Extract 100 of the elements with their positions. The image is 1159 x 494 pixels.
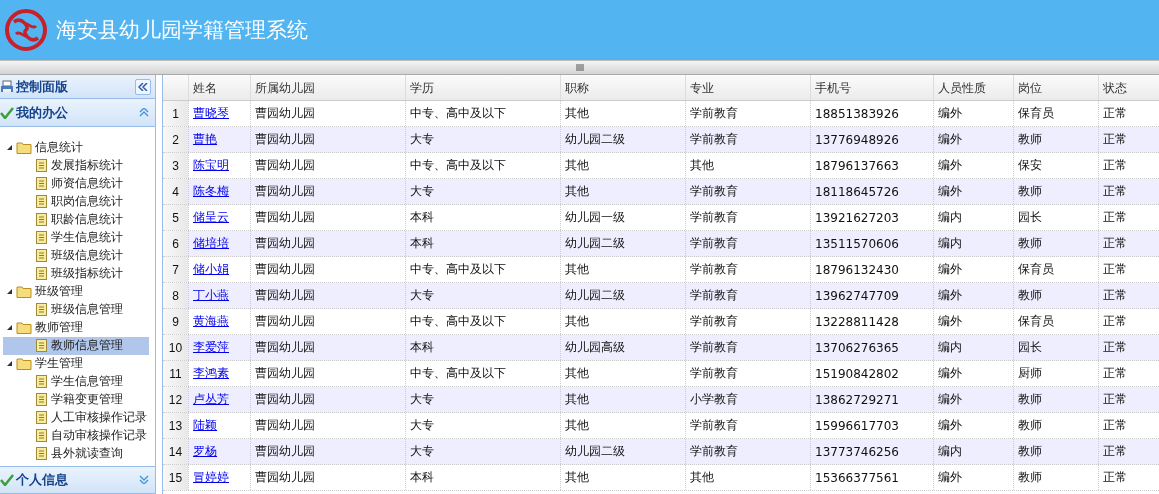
table-cell: 保安 <box>1018 157 1042 174</box>
tree-folder[interactable]: 班级管理 <box>35 283 83 301</box>
column-header[interactable]: 手机号 <box>810 75 933 100</box>
table-cell: 13921627203 <box>815 210 899 225</box>
document-icon <box>36 303 47 317</box>
folder-icon <box>16 285 32 299</box>
expand-triangle-icon[interactable] <box>6 324 13 332</box>
column-header[interactable]: 状态 <box>1098 75 1159 100</box>
teacher-name-link[interactable]: 陈宝明 <box>193 157 229 174</box>
table-cell: 编内 <box>938 235 962 252</box>
teacher-name-link[interactable]: 储小娟 <box>193 261 229 278</box>
row-number: 8 <box>163 283 188 308</box>
table-cell: 教师 <box>1018 469 1042 486</box>
expand-triangle-icon[interactable] <box>6 360 13 368</box>
teacher-name-link[interactable]: 曹艳 <box>193 131 217 148</box>
table-cell: 曹园幼儿园 <box>255 105 315 122</box>
table-cell: 其他 <box>690 469 714 486</box>
table-cell: 18796137663 <box>815 158 899 173</box>
document-icon <box>36 177 47 191</box>
tree-item[interactable]: 教师信息管理 <box>3 336 149 355</box>
table-cell: 幼儿园一级 <box>565 209 625 226</box>
table-cell: 正常 <box>1103 391 1127 408</box>
table-cell: 曹园幼儿园 <box>255 469 315 486</box>
tree-item[interactable]: 师资信息统计 <box>3 174 149 193</box>
tree-folder[interactable]: 信息统计 <box>35 139 83 157</box>
table-cell: 正常 <box>1103 209 1127 226</box>
table-cell: 编外 <box>938 261 962 278</box>
column-header[interactable]: 岗位 <box>1013 75 1098 100</box>
table-cell: 本科 <box>410 339 434 356</box>
teacher-name-link[interactable]: 曹晓琴 <box>193 105 229 122</box>
teacher-name-link[interactable]: 罗杨 <box>193 443 217 460</box>
table-cell: 本科 <box>410 235 434 252</box>
double-chevron-left-icon <box>138 82 148 91</box>
collapse-button[interactable] <box>135 78 151 95</box>
tree-item[interactable]: 发展指标统计 <box>3 156 149 175</box>
teacher-name-link[interactable]: 李爱萍 <box>193 339 229 356</box>
document-icon <box>36 213 47 227</box>
table-cell: 18796132430 <box>815 262 899 277</box>
table-cell: 正常 <box>1103 183 1127 200</box>
table-cell: 15996617703 <box>815 418 899 433</box>
tree-folder[interactable]: 教师管理 <box>35 319 83 337</box>
document-icon <box>36 231 47 245</box>
column-header[interactable]: 学历 <box>405 75 560 100</box>
accordion-header[interactable]: 我的办公 <box>0 99 155 127</box>
folder-icon <box>16 357 32 371</box>
tree-item[interactable]: 学生信息统计 <box>3 228 149 247</box>
table-cell: 正常 <box>1103 469 1127 486</box>
table-cell: 园长 <box>1018 339 1042 356</box>
tree-item[interactable]: 班级指标统计 <box>3 264 149 283</box>
teacher-name-link[interactable]: 储呈云 <box>193 209 229 226</box>
teacher-name-link[interactable]: 冒婷婷 <box>193 469 229 486</box>
document-icon <box>36 393 47 407</box>
table-cell: 教师 <box>1018 287 1042 304</box>
table-cell: 幼儿园高级 <box>565 339 625 356</box>
column-header[interactable]: 姓名 <box>188 75 250 100</box>
row-number: 9 <box>163 309 188 334</box>
expand-triangle-icon[interactable] <box>6 144 13 152</box>
table-cell: 厨师 <box>1018 365 1042 382</box>
tree-item[interactable]: 职龄信息统计 <box>3 210 149 229</box>
table-cell: 曹园幼儿园 <box>255 157 315 174</box>
table-cell: 编内 <box>938 209 962 226</box>
tree-item[interactable]: 学生信息管理 <box>3 372 149 391</box>
tree-item[interactable]: 人工审核操作记录 <box>3 408 149 427</box>
table-cell: 编外 <box>938 157 962 174</box>
column-header[interactable]: 职称 <box>560 75 685 100</box>
table-cell: 其他 <box>565 261 589 278</box>
row-number: 15 <box>163 465 188 490</box>
tree-item[interactable]: 班级信息管理 <box>3 300 149 319</box>
teacher-name-link[interactable]: 卢丛芳 <box>193 391 229 408</box>
table-cell: 学前教育 <box>690 443 738 460</box>
table-cell: 其他 <box>565 469 589 486</box>
expand-triangle-icon[interactable] <box>6 288 13 296</box>
table-cell: 教师 <box>1018 131 1042 148</box>
table-cell: 编内 <box>938 339 962 356</box>
tree-item[interactable]: 县外就读查询 <box>3 444 149 463</box>
table-cell: 大专 <box>410 443 434 460</box>
table-cell: 大专 <box>410 287 434 304</box>
accordion-header[interactable]: 个人信息 <box>0 466 155 494</box>
tree-item[interactable]: 学籍变更管理 <box>3 390 149 409</box>
column-header[interactable]: 所属幼儿园 <box>250 75 405 100</box>
column-header[interactable]: 人员性质 <box>933 75 1013 100</box>
teacher-name-link[interactable]: 陈冬梅 <box>193 183 229 200</box>
table-cell: 教师 <box>1018 391 1042 408</box>
column-header[interactable]: 专业 <box>685 75 810 100</box>
table-cell: 编外 <box>938 365 962 382</box>
tree-item[interactable]: 职岗信息统计 <box>3 192 149 211</box>
teacher-name-link[interactable]: 黄海燕 <box>193 313 229 330</box>
table-cell: 正常 <box>1103 157 1127 174</box>
teacher-name-link[interactable]: 丁小燕 <box>193 287 229 304</box>
tree-item[interactable]: 自动审核操作记录 <box>3 426 149 445</box>
table-cell: 学前教育 <box>690 105 738 122</box>
teacher-name-link[interactable]: 李鸿素 <box>193 365 229 382</box>
table-cell: 编外 <box>938 417 962 434</box>
tree-item[interactable]: 班级信息统计 <box>3 246 149 265</box>
table-cell: 学前教育 <box>690 209 738 226</box>
teacher-name-link[interactable]: 陆颖 <box>193 417 217 434</box>
table-cell: 保育员 <box>1018 105 1054 122</box>
table-cell: 曹园幼儿园 <box>255 339 315 356</box>
teacher-name-link[interactable]: 储培培 <box>193 235 229 252</box>
tree-folder[interactable]: 学生管理 <box>35 355 83 373</box>
